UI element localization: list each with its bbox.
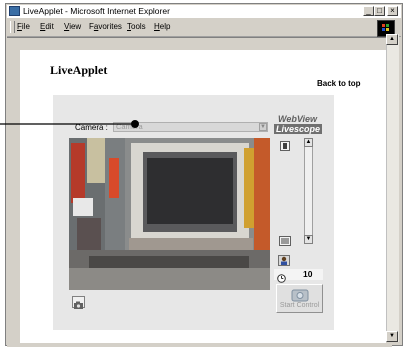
snapshot-camera-icon[interactable] <box>72 296 85 309</box>
close-button[interactable]: × <box>387 6 398 16</box>
webview-logo-line2: Livescope <box>274 124 323 134</box>
zoom-slider[interactable] <box>304 138 313 244</box>
webview-logo-line1: WebView <box>278 114 318 124</box>
live-video-feed[interactable] <box>69 138 270 290</box>
menu-help[interactable]: Help <box>154 22 170 31</box>
chevron-down-icon[interactable]: ▼ <box>259 123 267 131</box>
clock-icon <box>277 270 286 283</box>
menu-bar: File Edit View Favorites Tools Help <box>7 19 401 37</box>
start-control-label: Start Control <box>279 302 320 309</box>
city-street-image <box>69 138 270 290</box>
callout-pointer <box>0 120 139 128</box>
minimize-button[interactable]: _ <box>363 6 374 16</box>
timer-value: 10 <box>303 269 313 279</box>
zoom-slider-down-icon[interactable]: ▼ <box>304 235 313 244</box>
menu-edit[interactable]: Edit <box>40 22 54 31</box>
vertical-scrollbar[interactable] <box>386 34 399 342</box>
maximize-button[interactable]: □ <box>374 6 385 16</box>
zoom-in-icon[interactable] <box>280 138 290 151</box>
title-bar: LiveApplet - Microsoft Internet Explorer… <box>7 5 401 18</box>
menu-file[interactable]: File <box>17 22 30 31</box>
scroll-down-icon[interactable]: ▼ <box>386 331 398 342</box>
scroll-up-icon[interactable]: ▲ <box>386 34 398 45</box>
back-to-top-link[interactable]: Back to top <box>317 79 361 88</box>
menu-view[interactable]: View <box>64 22 81 31</box>
zoom-slider-up-icon[interactable]: ▲ <box>304 138 313 147</box>
window-title: LiveApplet - Microsoft Internet Explorer <box>23 6 170 16</box>
ie-icon <box>9 6 20 16</box>
menu-favorites[interactable]: Favorites <box>89 22 122 31</box>
menu-tools[interactable]: Tools <box>127 22 146 31</box>
menu-grip <box>10 21 15 33</box>
user-icon <box>278 253 290 266</box>
zoom-out-icon[interactable] <box>279 233 291 246</box>
page-title: LiveApplet <box>50 63 108 77</box>
camera-control-icon <box>291 289 309 302</box>
